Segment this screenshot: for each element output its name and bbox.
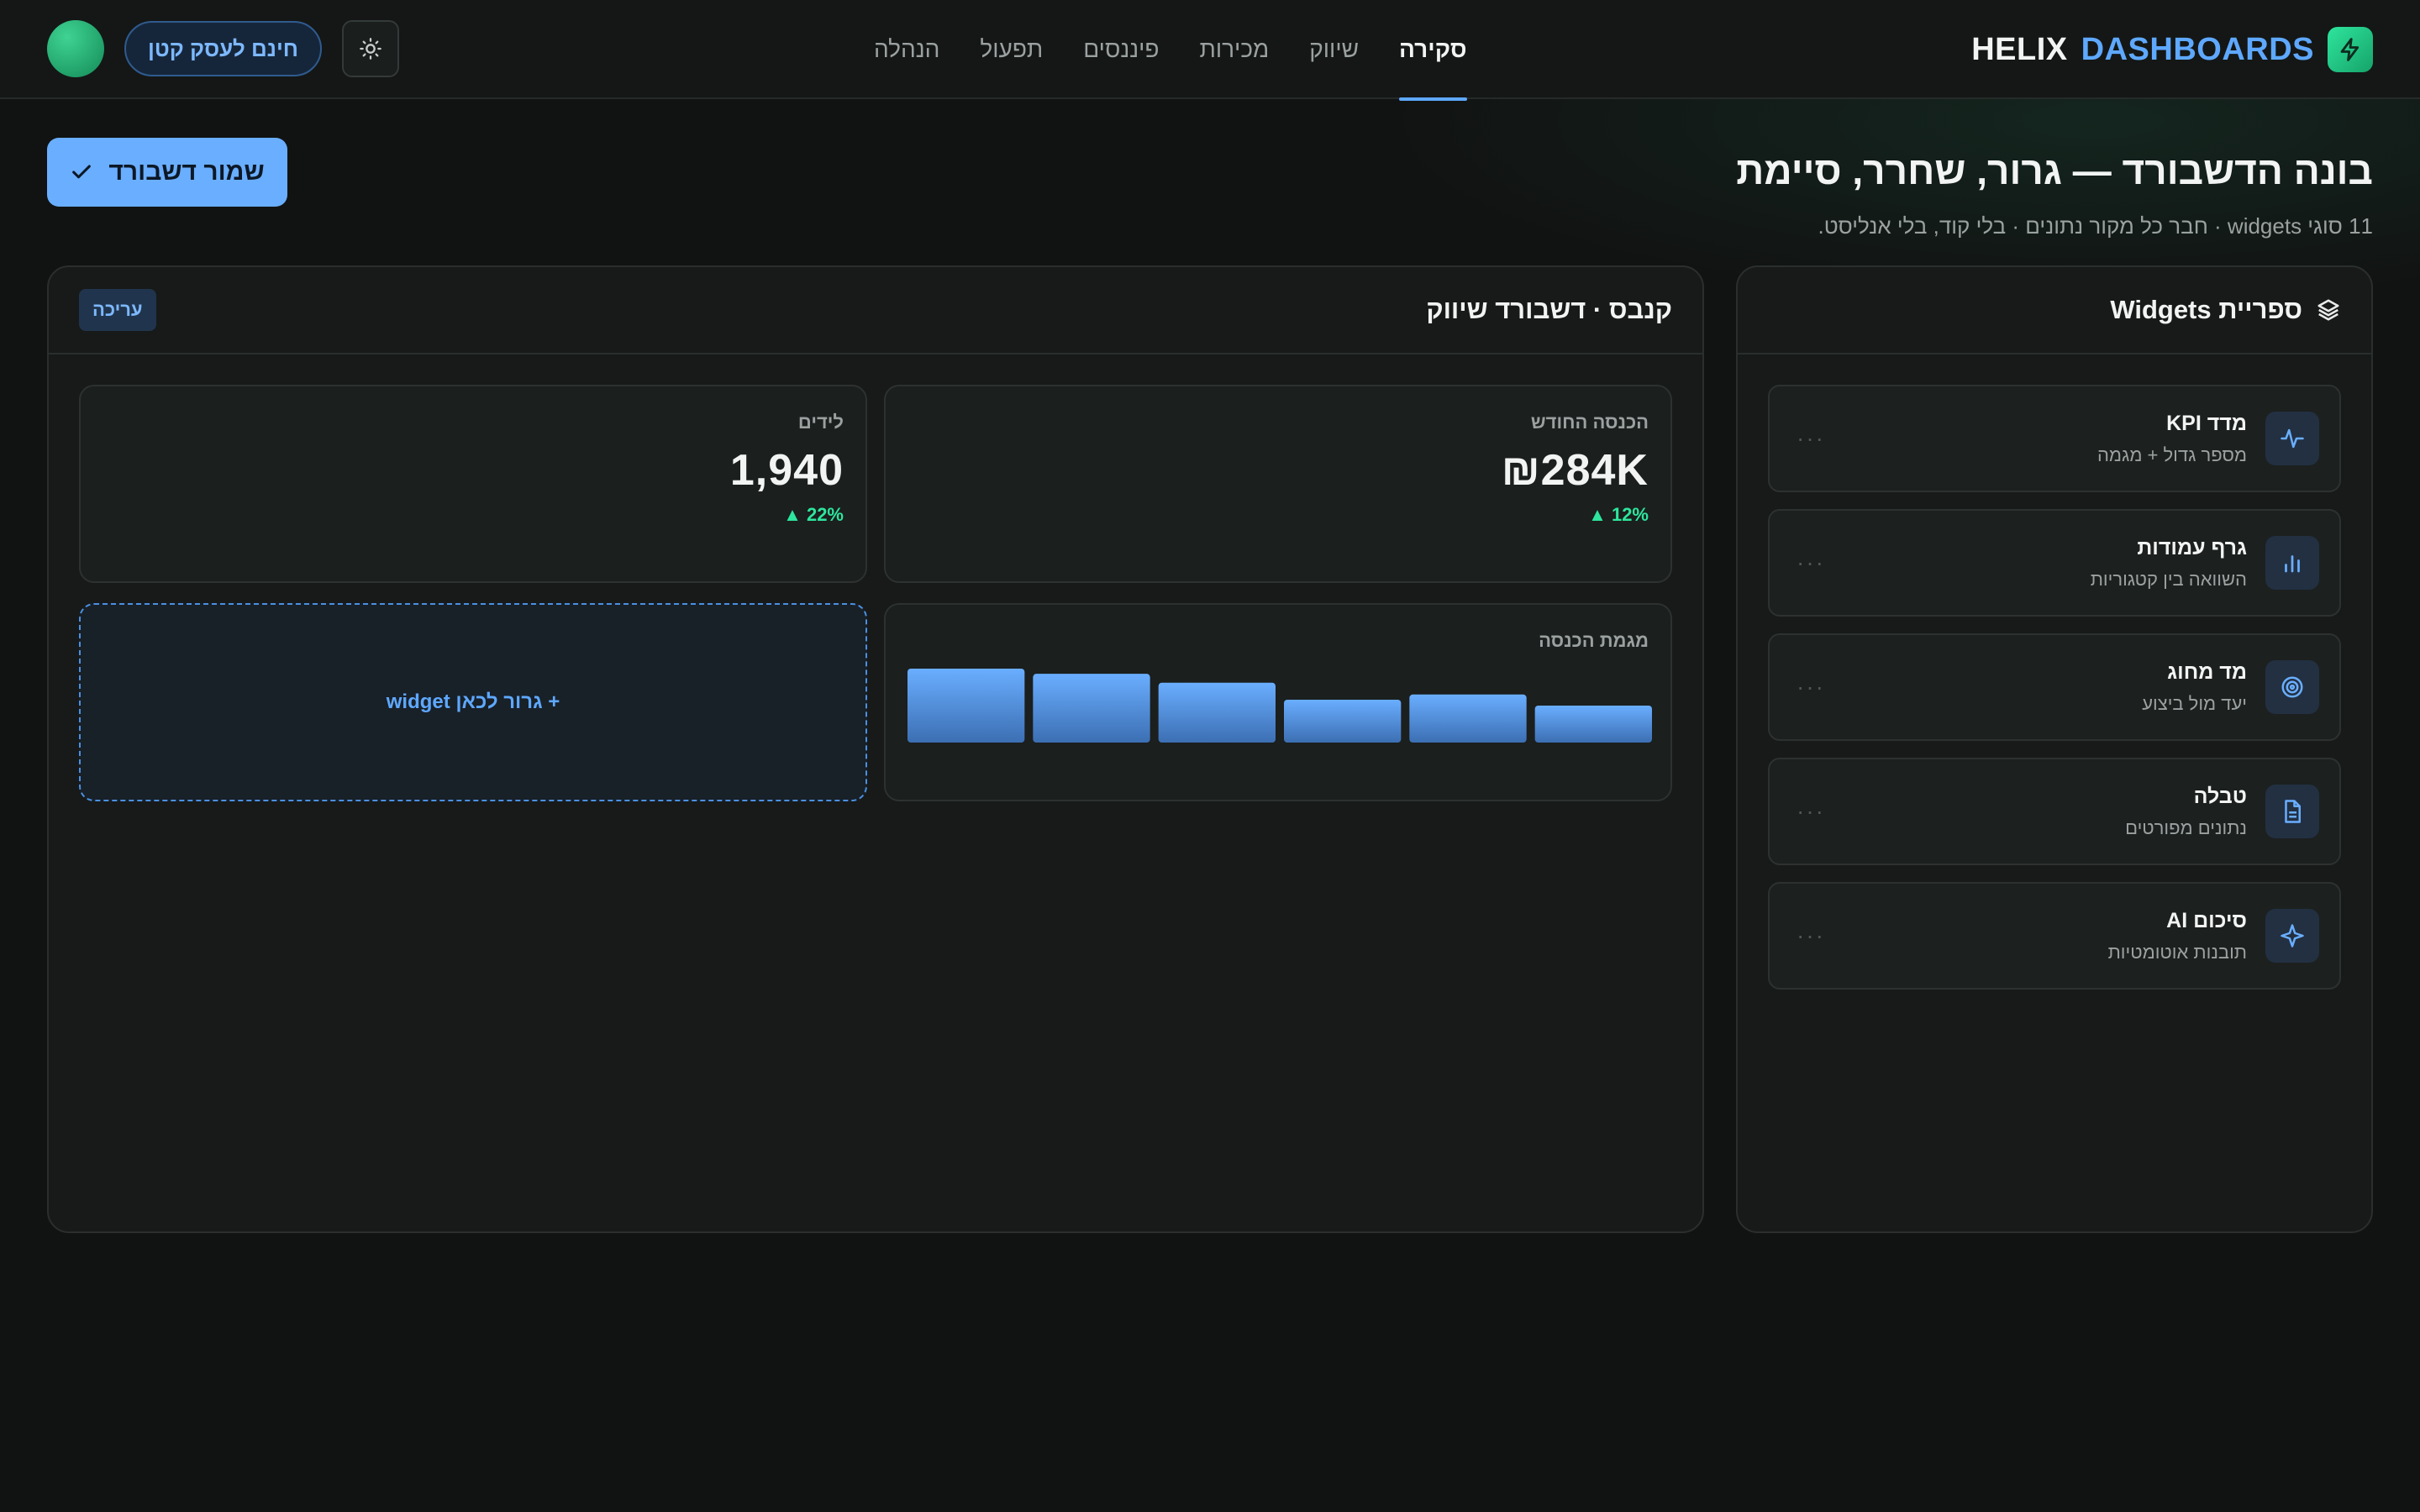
- library-item-name: גרף עמודות: [2137, 535, 2247, 559]
- save-label: שמור דשבורד: [108, 158, 265, 186]
- page-title: בונה הדשבורד — גרור, שחרר, סיימת: [1736, 149, 2373, 192]
- nav-sales[interactable]: מכירות: [1199, 0, 1269, 99]
- chart-bar: [1158, 682, 1276, 743]
- kpi-label: הכנסה החודש: [1530, 412, 1649, 433]
- more-icon[interactable]: ···: [1797, 425, 1825, 452]
- revenue-trend-card[interactable]: מגמת הכנסה: [884, 603, 1672, 801]
- page-subtitle: 11 סוגי widgets · חבר כל מקור נתונים · ב…: [1818, 213, 2373, 239]
- library-item-kpi[interactable]: מדד KPI מספר גדול + מגמה ···: [1768, 385, 2341, 492]
- kpi-delta: ▲ 12%: [1588, 504, 1649, 525]
- library-item-ai-summary[interactable]: סיכום AI תובנות אוטומטיות ···: [1768, 882, 2341, 990]
- brand-name: HELIX: [1971, 31, 2068, 67]
- widget-drop-zone[interactable]: + גרור לכאן widget: [79, 603, 867, 801]
- check-icon: [72, 165, 92, 179]
- revenue-trend-chart: [908, 669, 1652, 743]
- chart-bar: [1033, 674, 1150, 743]
- widget-library-panel: ספריית Widgets מדד KPI מספר גדול + מגמה …: [1736, 265, 2373, 1233]
- kpi-delta: ▲ 22%: [783, 504, 844, 525]
- library-item-desc: תובנות אוטומטיות: [2107, 941, 2247, 963]
- chart-bar: [908, 669, 1025, 743]
- plan-button[interactable]: חינם לעסק קטן: [124, 21, 323, 76]
- library-item-name: טבלה: [2193, 784, 2247, 808]
- bar-chart-icon: [2265, 536, 2319, 590]
- edit-button[interactable]: עריכה: [79, 289, 156, 331]
- brand-product: DASHBOARDS: [2081, 31, 2314, 67]
- nav-finance[interactable]: פיננסים: [1083, 0, 1159, 99]
- layers-icon: [2317, 299, 2339, 321]
- library-item-desc: מספר גדול + מגמה: [2096, 444, 2247, 465]
- top-bar: HELIX DASHBOARDS סקירה שיווק מכירות פיננ…: [0, 0, 2420, 101]
- library-item-desc: השוואה בין קטגוריות: [2090, 568, 2247, 590]
- chart-bar: [1409, 694, 1527, 743]
- dashboard-canvas-panel: קנבס · דשבורד שיווק עריכה הכנסה החודש ₪2…: [47, 265, 1704, 1233]
- nav-overview[interactable]: סקירה: [1399, 0, 1467, 101]
- main-nav: סקירה שיווק מכירות פיננסים תפעול הנהלה: [874, 0, 1467, 101]
- more-icon[interactable]: ···: [1797, 922, 1825, 949]
- library-item-bar-chart[interactable]: גרף עמודות השוואה בין קטגוריות ···: [1768, 509, 2341, 617]
- library-item-name: מד מחוג: [2167, 659, 2247, 684]
- kpi-value: 1,940: [729, 446, 844, 495]
- save-dashboard-button[interactable]: שמור דשבורד: [47, 138, 287, 207]
- more-icon[interactable]: ···: [1797, 674, 1825, 701]
- library-item-name: מדד KPI: [2166, 411, 2247, 435]
- library-item-desc: נתונים מפורטים: [2125, 816, 2247, 838]
- drop-zone-label: + גרור לכאן widget: [386, 690, 560, 713]
- sparkle-icon: [2265, 909, 2319, 963]
- nav-management[interactable]: הנהלה: [874, 0, 939, 99]
- brand[interactable]: HELIX DASHBOARDS: [1971, 25, 2373, 74]
- pulse-icon: [2265, 412, 2319, 465]
- lightning-icon: [2328, 27, 2373, 72]
- kpi-value: ₪284K: [1501, 446, 1649, 495]
- document-icon: [2265, 785, 2319, 838]
- kpi-card-leads[interactable]: לידים 1,940 ▲ 22%: [79, 385, 867, 583]
- canvas-title: קנבס · דשבורד שיווק: [1426, 295, 1672, 324]
- more-icon[interactable]: ···: [1797, 798, 1825, 825]
- kpi-card-revenue[interactable]: הכנסה החודש ₪284K ▲ 12%: [884, 385, 1672, 583]
- page-header: בונה הדשבורד — גרור, שחרר, סיימת 11 סוגי…: [1736, 148, 2373, 239]
- library-item-name: סיכום AI: [2166, 908, 2247, 932]
- library-item-gauge[interactable]: מד מחוג יעד מול ביצוע ···: [1768, 633, 2341, 741]
- chart-bar: [1284, 699, 1402, 743]
- library-item-desc: יעד מול ביצוע: [2142, 692, 2247, 714]
- library-title: ספריית Widgets: [2110, 295, 2302, 324]
- target-icon: [2265, 660, 2319, 714]
- sun-icon: [360, 38, 381, 60]
- theme-toggle-button[interactable]: [342, 20, 400, 77]
- library-item-table[interactable]: טבלה נתונים מפורטים ···: [1768, 758, 2341, 865]
- chart-bar: [1534, 706, 1652, 743]
- more-icon[interactable]: ···: [1797, 549, 1825, 576]
- nav-operations[interactable]: תפעול: [980, 0, 1043, 99]
- nav-marketing[interactable]: שיווק: [1309, 0, 1359, 99]
- avatar[interactable]: [47, 20, 104, 77]
- kpi-label: לידים: [797, 412, 844, 433]
